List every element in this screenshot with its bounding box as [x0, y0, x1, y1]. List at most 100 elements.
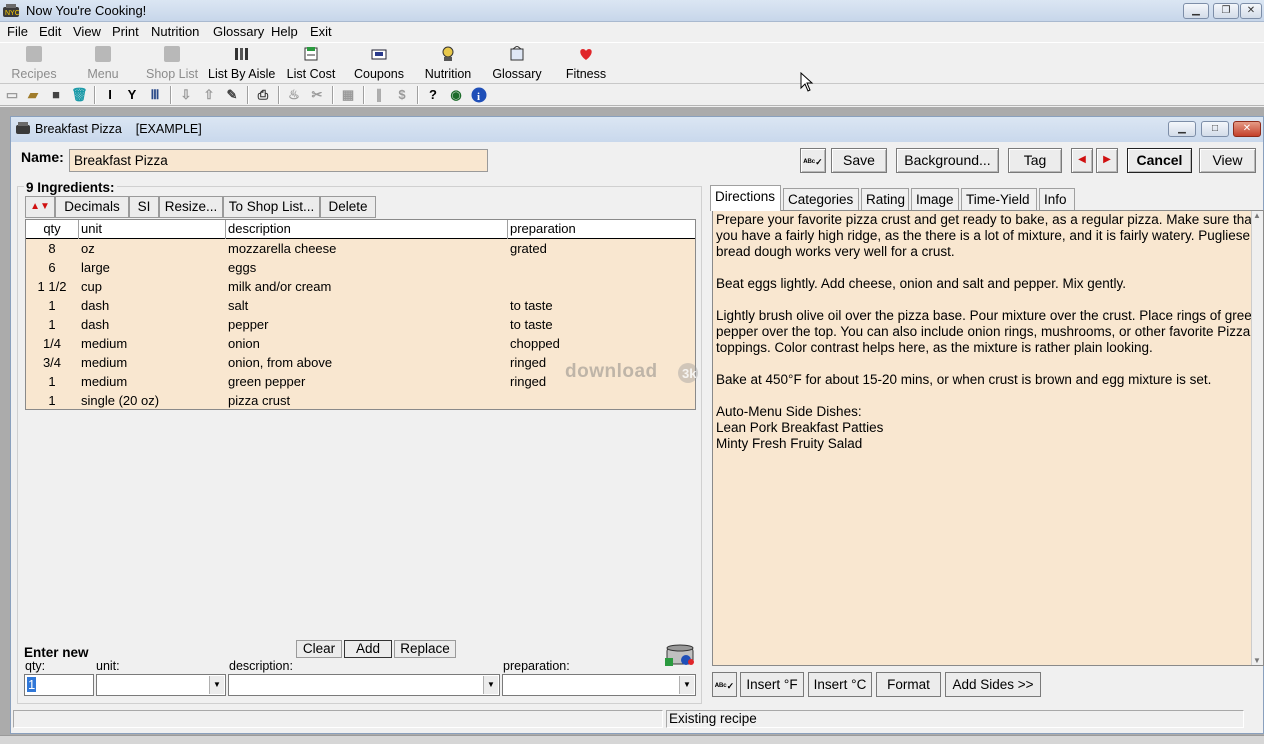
ingredient-unit: large [81, 260, 110, 275]
clear-button[interactable]: Clear [296, 640, 342, 658]
list-cost-button[interactable]: List Cost [285, 44, 337, 82]
table-row[interactable] [26, 316, 695, 335]
trash-icon[interactable]: 🗑 [71, 87, 88, 103]
qty-input[interactable]: 1 [24, 674, 94, 696]
aisle-sort-icon[interactable]: I [102, 87, 118, 103]
delete-button[interactable]: Delete [320, 196, 376, 218]
help-question-icon[interactable]: ? [425, 87, 441, 103]
edit-list-icon[interactable]: ✎ [224, 87, 240, 103]
column-header-preparation[interactable]: preparation [510, 221, 576, 236]
menu-glossary[interactable]: Glossary [213, 24, 264, 39]
filter-icon[interactable]: Y [124, 87, 140, 103]
insert-fahrenheit-button[interactable]: Insert °F [740, 672, 804, 697]
column-header-description[interactable]: description [228, 221, 291, 236]
columns-icon[interactable]: Ⅲ [147, 87, 163, 103]
scroll-up-icon[interactable]: ▲ [1253, 211, 1261, 220]
ingredient-qty: 1/4 [42, 336, 62, 351]
tab-categories[interactable]: Categories [783, 188, 859, 210]
recipe-window-title-bar: Breakfast Pizza [EXAMPLE] [11, 117, 1263, 142]
printer-icon[interactable]: ⎙ [255, 87, 271, 103]
column-header-unit[interactable]: unit [81, 221, 102, 236]
insert-celsius-button[interactable]: Insert °C [808, 672, 872, 697]
table-row[interactable] [26, 240, 695, 259]
tab-time-yield[interactable]: Time-Yield [961, 188, 1037, 210]
toolbar-separator [170, 86, 172, 104]
globe-icon[interactable]: ◉ [448, 87, 464, 103]
tab-directions[interactable]: Directions [710, 185, 781, 211]
tab-image[interactable]: Image [911, 188, 959, 210]
si-button[interactable]: SI [129, 196, 159, 218]
format-button[interactable]: Format [876, 672, 941, 697]
menu-help[interactable]: Help [271, 24, 298, 39]
menu-print[interactable]: Print [112, 24, 139, 39]
unit-combobox[interactable]: ▼ [96, 674, 226, 696]
arrow-left-icon: ◀ [1078, 154, 1086, 165]
decimals-button[interactable]: Decimals [55, 196, 129, 218]
spellcheck-button[interactable]: ᴬᴮᶜ✓ [800, 148, 826, 173]
recipe-name-input[interactable]: Breakfast Pizza [69, 149, 488, 172]
preparation-combobox[interactable]: ▼ [502, 674, 696, 696]
background-button[interactable]: Background... [896, 148, 999, 173]
dropdown-arrow-icon[interactable]: ▼ [209, 676, 224, 694]
next-recipe-button[interactable]: ▶ [1096, 148, 1118, 173]
new-file-icon[interactable]: ▭ [4, 87, 20, 103]
add-button[interactable]: Add [344, 640, 392, 658]
utensils-icon[interactable]: ✂ [309, 87, 325, 103]
fitness-button[interactable]: Fitness [563, 44, 609, 82]
resize-button[interactable]: Resize... [159, 196, 223, 218]
table-row[interactable] [26, 259, 695, 278]
info-icon[interactable]: i [471, 87, 487, 103]
restore-button[interactable]: ❐ [1213, 3, 1239, 19]
open-folder-icon[interactable]: ▰ [25, 87, 41, 103]
minimize-button[interactable]: ▁ [1183, 3, 1209, 19]
child-minimize-button[interactable]: ▁ [1168, 121, 1196, 137]
previous-recipe-button[interactable]: ◀ [1071, 148, 1093, 173]
menu-exit[interactable]: Exit [310, 24, 332, 39]
table-row[interactable] [26, 278, 695, 297]
save-button[interactable]: Save [831, 148, 887, 173]
cancel-button[interactable]: Cancel [1127, 148, 1192, 173]
view-button[interactable]: View [1199, 148, 1256, 173]
description-combobox[interactable]: ▼ [228, 674, 500, 696]
chef-hat-icon[interactable]: ♨ [286, 87, 302, 103]
table-row[interactable] [26, 297, 695, 316]
toolbar-separator [94, 86, 96, 104]
nutrition-button[interactable]: Nutrition [422, 44, 474, 82]
directions-scrollbar[interactable]: ▲ ▼ [1251, 211, 1263, 665]
tab-info[interactable]: Info [1039, 188, 1075, 210]
tag-button[interactable]: Tag [1008, 148, 1062, 173]
column-header-qty[interactable]: qty [26, 221, 78, 236]
menu-view[interactable]: View [73, 24, 101, 39]
export-icon[interactable]: ⇧ [201, 87, 217, 103]
menu-planner-button[interactable]: Menu [83, 44, 123, 82]
tab-rating[interactable]: Rating [861, 188, 909, 210]
toolbar-separator [332, 86, 334, 104]
list-by-aisle-button[interactable]: List By Aisle [208, 44, 275, 82]
recipes-button[interactable]: Recipes [10, 44, 58, 82]
coupons-button[interactable]: Coupons [352, 44, 406, 82]
shop-list-button[interactable]: Shop List [146, 44, 198, 82]
import-icon[interactable]: ⇩ [178, 87, 194, 103]
replace-button[interactable]: Replace [394, 640, 456, 658]
menu-edit[interactable]: Edit [39, 24, 61, 39]
scroll-down-icon[interactable]: ▼ [1253, 656, 1261, 665]
menu-file[interactable]: File [7, 24, 28, 39]
child-close-button[interactable]: ✕ [1233, 121, 1261, 137]
child-maximize-button[interactable]: □ [1201, 121, 1229, 137]
dropdown-arrow-icon[interactable]: ▼ [679, 676, 694, 694]
glossary-button[interactable]: Glossary [492, 44, 542, 82]
menu-nutrition[interactable]: Nutrition [151, 24, 199, 39]
move-up-down-button[interactable]: ▲▼ [25, 196, 55, 218]
ingredient-preparation: ringed [510, 374, 547, 389]
to-shop-list-button[interactable]: To Shop List... [223, 196, 320, 218]
close-app-button[interactable]: ✕ [1240, 3, 1262, 19]
pause-icon[interactable]: ∥ [371, 87, 387, 103]
directions-spellcheck-button[interactable]: ᴬᴮᶜ✓ [712, 672, 737, 697]
calculator-icon[interactable]: ▦ [340, 87, 356, 103]
add-sides-button[interactable]: Add Sides >> [945, 672, 1041, 697]
directions-textarea[interactable]: Prepare your favorite pizza crust and ge… [712, 210, 1264, 666]
dropdown-arrow-icon[interactable]: ▼ [483, 676, 498, 694]
save-disk-icon[interactable]: ■ [48, 87, 64, 103]
dollar-icon[interactable]: $ [394, 87, 410, 103]
ingredient-description: green pepper [228, 374, 306, 389]
